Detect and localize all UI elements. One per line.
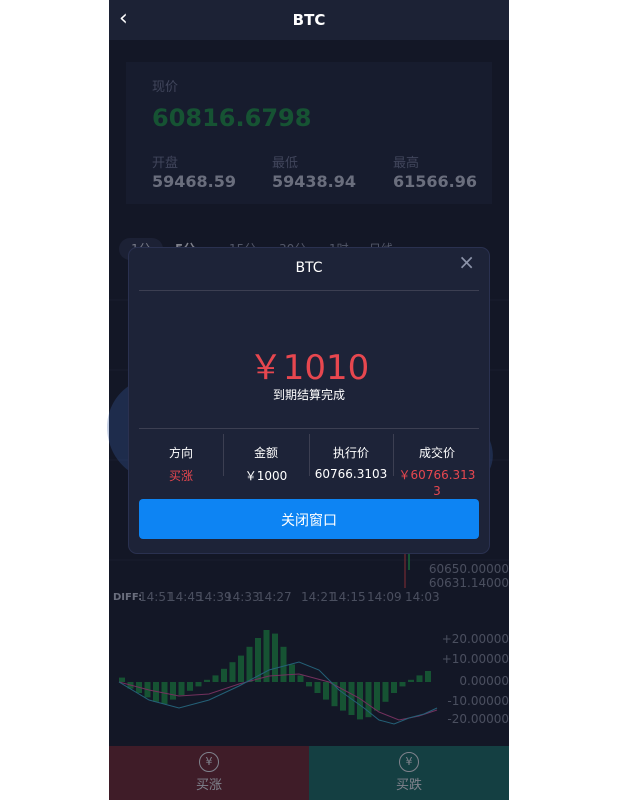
direction-value: 买涨	[168, 469, 193, 483]
deal-price-column: 成交价 ￥60766.3133	[397, 444, 477, 499]
amount-value: ￥1000	[244, 469, 288, 483]
exec-price-value: 60766.3103	[314, 467, 388, 481]
direction-column: 方向 买涨	[141, 444, 221, 484]
deal-price-header: 成交价	[418, 446, 455, 460]
divider	[139, 428, 479, 429]
amount-header: 金额	[253, 446, 278, 460]
amount-column: 金额 ￥1000	[225, 444, 307, 484]
deal-price-value: ￥60766.3133	[398, 468, 476, 498]
settlement-status: 到期结算完成	[272, 388, 345, 402]
divider	[393, 434, 394, 476]
settlement-modal: BTC × ￥1010 到期结算完成 方向 买涨 金额 ￥1000 执行价 60…	[129, 248, 489, 553]
close-window-button[interactable]: 关闭窗口	[139, 499, 479, 539]
divider	[139, 290, 479, 291]
modal-title: BTC	[295, 260, 323, 276]
top-bar: ‹ BTC	[109, 0, 509, 40]
page-title: BTC	[292, 11, 326, 29]
settlement-amount: ￥1010	[248, 348, 370, 388]
exec-price-column: 执行价 60766.3103	[309, 444, 393, 481]
direction-header: 方向	[168, 446, 193, 460]
divider	[223, 434, 224, 476]
exec-price-header: 执行价	[332, 446, 369, 460]
close-icon[interactable]: ×	[458, 250, 475, 274]
